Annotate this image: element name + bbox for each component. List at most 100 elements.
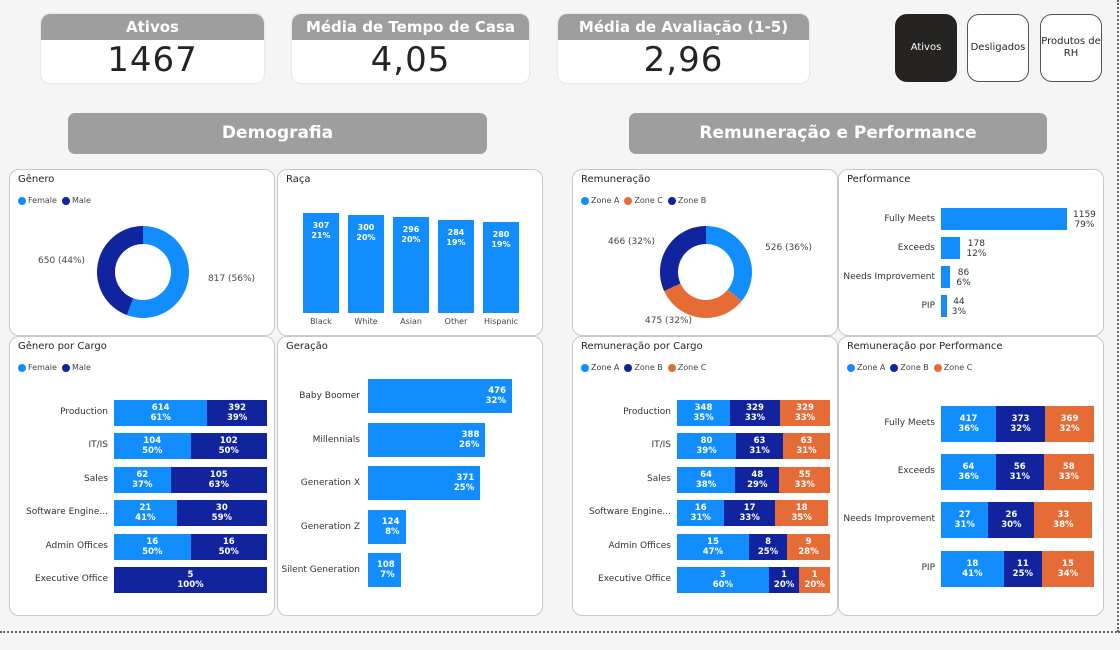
bar-segment[interactable]: 1 20% — [768, 567, 800, 593]
donut-slice-zone-a[interactable] — [706, 226, 752, 301]
kpi-label: Média de Avaliação (1-5) — [558, 14, 809, 40]
bar-pct-label: 19% — [446, 238, 466, 248]
nav-button-desligados[interactable]: Desligados — [967, 14, 1029, 82]
bar-segment[interactable]: 17 33% — [724, 500, 775, 527]
kpi-label: Ativos — [41, 14, 264, 40]
bar-segment[interactable]: 55 33% — [779, 466, 830, 493]
bar-segment[interactable]: 8 25% — [748, 533, 788, 560]
legend-item-zone-c: Zone C — [933, 363, 972, 372]
bar-segment[interactable]: 16 50% — [114, 533, 191, 560]
bar-segment[interactable]: 21 41% — [114, 500, 177, 527]
bar-segment[interactable]: 1 20% — [799, 567, 830, 593]
bar-segment[interactable]: 329 33% — [780, 400, 830, 426]
axis-category-label: Admin Offices — [608, 540, 671, 551]
segment-value-label: 64 — [700, 469, 712, 480]
stacked-bar[interactable]: 27 31% 26 30% 33 38% — [941, 502, 1094, 539]
bar-segment[interactable]: 56 31% — [996, 454, 1044, 491]
bar-segment[interactable]: 9 28% — [787, 533, 830, 560]
bar[interactable]: 388 26% — [368, 422, 486, 457]
segment-pct-label: 33% — [794, 479, 815, 490]
bar-segment[interactable]: 417 36% — [941, 406, 997, 442]
bar-segment[interactable]: 26 30% — [988, 502, 1035, 539]
bar[interactable]: 476 32% — [368, 379, 512, 413]
stacked-bar[interactable]: 5 100% — [114, 567, 267, 593]
bar-segment[interactable]: 373 32% — [996, 406, 1046, 442]
legend-dot-icon — [890, 363, 899, 372]
stacked-bar[interactable]: 104 50% 102 50% — [114, 433, 267, 460]
stacked-bar[interactable]: 64 36% 56 31% 58 33% — [941, 454, 1094, 491]
bar-segment[interactable]: 27 31% — [941, 502, 989, 539]
bar-segment[interactable]: 15 34% — [1041, 550, 1094, 587]
bar-segment[interactable]: 348 35% — [677, 400, 731, 426]
stacked-bar[interactable]: 80 39% 63 31% 63 31% — [677, 433, 831, 460]
bar-segment[interactable]: 392 39% — [207, 400, 267, 426]
segment-pct-label: 33% — [744, 413, 766, 423]
segment-pct-label: 25% — [1012, 568, 1034, 579]
bar-segment[interactable]: 62 37% — [114, 466, 171, 493]
bar-segment[interactable]: 15 47% — [677, 533, 749, 560]
segment-pct-label: 30% — [1001, 520, 1022, 531]
segment-value-label: 62 — [136, 469, 149, 480]
bar[interactable] — [941, 237, 961, 259]
bar-segment[interactable]: 63 31% — [783, 433, 831, 460]
bar[interactable]: 296 20% — [393, 216, 429, 313]
bar-segment[interactable]: 33 38% — [1034, 502, 1093, 539]
bar[interactable]: 371 25% — [368, 466, 481, 500]
bar[interactable]: 108 7% — [368, 553, 401, 587]
bar-segment[interactable]: 11 25% — [1003, 550, 1042, 587]
bar-segment[interactable]: 369 32% — [1045, 406, 1094, 442]
bar-segment[interactable]: 18 41% — [941, 550, 1004, 587]
bar[interactable]: 284 19% — [438, 220, 474, 313]
stacked-bar[interactable]: 21 41% 30 59% — [114, 500, 267, 527]
bar[interactable]: 124 8% — [368, 509, 406, 544]
stacked-bar[interactable]: 16 50% 16 50% — [114, 533, 267, 560]
bar[interactable] — [941, 266, 951, 288]
bar-segment[interactable]: 16 31% — [677, 500, 725, 527]
bar-segment[interactable]: 102 50% — [190, 433, 267, 460]
stacked-bar[interactable]: 417 36% 373 32% 369 32% — [941, 406, 1094, 442]
segment-pct-label: 41% — [962, 568, 983, 579]
stacked-bar[interactable]: 15 47% 8 25% 9 28% — [677, 533, 830, 560]
bar[interactable] — [941, 208, 1067, 230]
bar-segment[interactable]: 104 50% — [114, 433, 191, 460]
legend: Zone A Zone B Zone C — [847, 363, 972, 372]
nav-button-produtos-rh[interactable]: Produtos de RH — [1040, 14, 1102, 82]
bar-segment[interactable]: 80 39% — [677, 433, 737, 460]
bar-segment[interactable]: 105 63% — [170, 466, 267, 493]
bar-segment[interactable]: 64 36% — [941, 454, 997, 491]
segment-value-label: 417 — [959, 414, 978, 424]
bar-segment[interactable]: 30 59% — [176, 500, 267, 527]
bar-segment[interactable]: 48 29% — [735, 466, 780, 493]
segment-pct-label: 33% — [794, 413, 816, 423]
section-header-remuneracao: Remuneração e Performance — [629, 113, 1047, 154]
bar-segment[interactable]: 64 38% — [677, 466, 736, 493]
bar[interactable]: 300 20% — [348, 215, 384, 313]
kpi-value: 1467 — [107, 40, 198, 80]
bar-pct-label: 7% — [380, 570, 395, 580]
bar-value-label: 86 6% — [956, 268, 970, 288]
stacked-bar[interactable]: 3 60% 1 20% 1 20% — [677, 567, 830, 593]
segment-value-label: 63 — [753, 436, 766, 447]
stacked-bar[interactable]: 614 61% 392 39% — [114, 400, 267, 426]
axis-category-label: PIP — [921, 301, 935, 311]
stacked-bar[interactable]: 348 35% 329 33% 329 33% — [677, 400, 830, 426]
segment-pct-label: 47% — [702, 546, 724, 557]
bar-segment[interactable]: 16 50% — [190, 533, 267, 560]
segment-pct-label: 38% — [1053, 520, 1074, 531]
bar-segment[interactable]: 5 100% — [114, 567, 267, 593]
stacked-bar[interactable]: 62 37% 105 63% — [114, 466, 267, 493]
bar-segment[interactable]: 3 60% — [677, 567, 769, 593]
stacked-bar[interactable]: 18 41% 11 25% 15 34% — [941, 550, 1094, 587]
bar-segment[interactable]: 329 33% — [730, 400, 780, 426]
stacked-bar[interactable]: 64 38% 48 29% 55 33% — [677, 466, 830, 493]
bar-segment[interactable]: 18 35% — [774, 500, 829, 527]
bar[interactable]: 280 19% — [483, 221, 519, 313]
donut-slice-zone-b[interactable] — [660, 226, 706, 291]
bar[interactable]: 307 21% — [303, 213, 339, 313]
stacked-bar[interactable]: 16 31% 17 33% 18 35% — [677, 500, 830, 527]
bar-segment[interactable]: 614 61% — [114, 400, 208, 426]
bar-segment[interactable]: 58 33% — [1043, 454, 1094, 491]
bar[interactable] — [941, 295, 947, 317]
nav-button-ativos[interactable]: Ativos — [895, 14, 957, 82]
bar-segment[interactable]: 63 31% — [736, 433, 784, 460]
